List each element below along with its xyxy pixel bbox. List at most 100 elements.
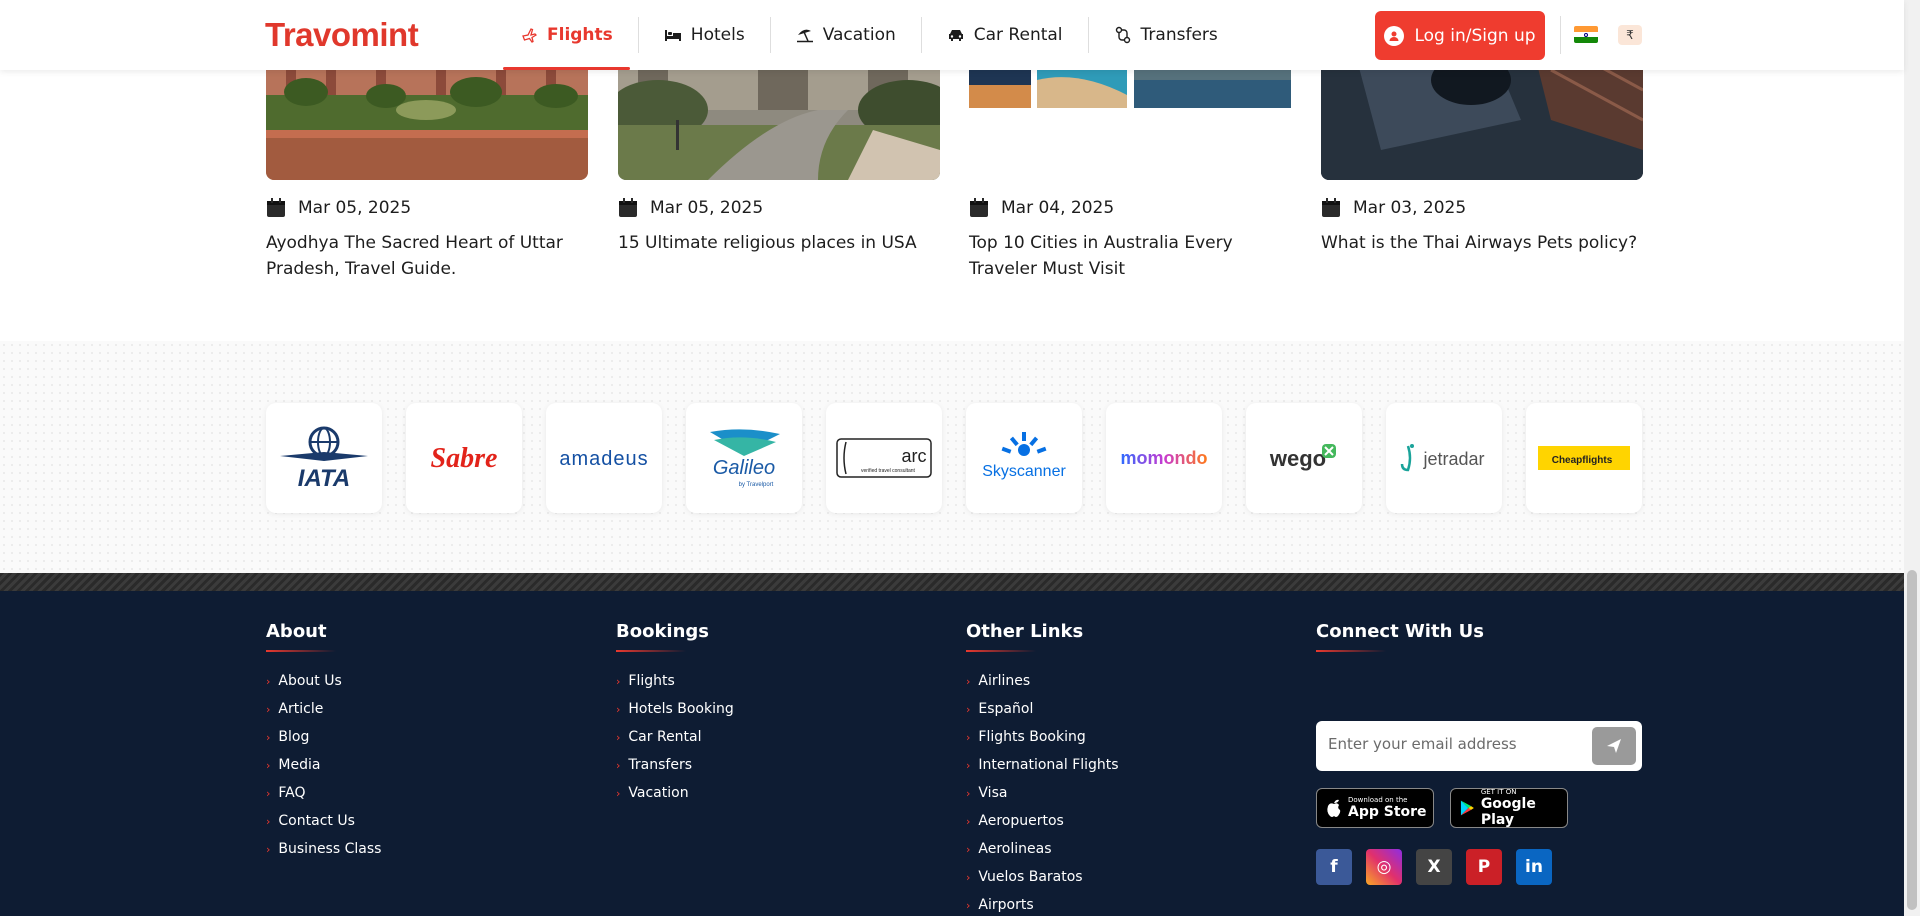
chevron-right-icon: › — [966, 870, 971, 884]
user-icon — [1384, 25, 1405, 46]
blog-title[interactable]: Top 10 Cities in Australia Every Travele… — [969, 230, 1291, 282]
footer-link[interactable]: › Media — [266, 751, 381, 779]
nav-transfers[interactable]: Transfers — [1097, 0, 1235, 70]
nav-car-rental[interactable]: Car Rental — [930, 0, 1080, 70]
blog-date-text: Mar 04, 2025 — [1001, 198, 1115, 218]
chevron-right-icon: › — [616, 730, 621, 744]
nav-flights[interactable]: Flights — [503, 0, 630, 70]
blog-title[interactable]: Ayodhya The Sacred Heart of Uttar Prades… — [266, 230, 588, 282]
footer-col-bookings: Bookings › Flights › Hotels Booking › Car R… — [616, 621, 734, 807]
blog-title[interactable]: What is the Thai Airways Pets policy? — [1321, 230, 1643, 256]
chevron-right-icon: › — [616, 758, 621, 772]
login-label: Log in/Sign up — [1414, 25, 1536, 46]
social-links: f ◎ X P in — [1316, 849, 1552, 885]
partner-sub: by Travelport — [739, 482, 774, 488]
blog-date-text: Mar 03, 2025 — [1353, 198, 1467, 218]
footer-link[interactable]: › Aerolineas — [966, 835, 1119, 863]
login-signup-button[interactable]: Log in/Sign up — [1375, 11, 1545, 60]
blog-title[interactable]: 15 Ultimate religious places in USA — [618, 230, 940, 256]
footer-stripe — [0, 573, 1904, 591]
travomint-logo[interactable]: Travomint — [265, 16, 419, 54]
partner-name: Cheapflights — [1552, 455, 1613, 466]
footer-link[interactable]: › Article — [266, 695, 381, 723]
send-icon — [1607, 739, 1621, 753]
footer-link[interactable]: › Hotels Booking — [616, 695, 734, 723]
footer-link[interactable]: › Airports — [966, 891, 1119, 916]
x-twitter-icon[interactable]: X — [1416, 849, 1452, 885]
footer-link[interactable]: › Flights Booking — [966, 723, 1119, 751]
blog-date: Mar 05, 2025 — [618, 198, 763, 218]
instagram-icon[interactable]: ◎ — [1366, 849, 1402, 885]
nav-divider — [637, 17, 639, 53]
footer-link[interactable]: › Blog — [266, 723, 381, 751]
nav-label: Hotels — [690, 25, 745, 45]
facebook-icon[interactable]: f — [1316, 849, 1352, 885]
chevron-right-icon: › — [966, 842, 971, 856]
partner-name: arc — [901, 446, 926, 466]
chevron-right-icon: › — [266, 814, 271, 828]
linkedin-icon[interactable]: in — [1516, 849, 1552, 885]
pinterest-icon[interactable]: P — [1466, 849, 1502, 885]
cheapflights-logo: Cheapflights — [1526, 403, 1642, 513]
footer-heading: Other Links — [966, 621, 1119, 652]
wego-logo: wego — [1246, 403, 1362, 513]
footer-col-other-links: Other Links › Airlines › Español › Flights … — [966, 621, 1119, 916]
footer-link[interactable]: › About Us — [266, 667, 381, 695]
nav-divider — [769, 17, 771, 53]
partner-name: Sabre — [431, 443, 498, 474]
route-icon — [1114, 26, 1132, 44]
calendar-icon — [1321, 198, 1341, 218]
newsletter-form — [1316, 721, 1642, 771]
email-input[interactable] — [1328, 735, 1578, 753]
partner-row: IATA Sabre amadeus Galileo by Travelport… — [266, 403, 1642, 513]
partner-name: wego — [1269, 446, 1326, 471]
blog-date: Mar 03, 2025 — [1321, 198, 1466, 218]
chevron-right-icon: › — [966, 674, 971, 688]
site-footer: About › About Us › Article › Blog › Media › F… — [0, 573, 1904, 916]
google-play-icon — [1460, 800, 1474, 816]
send-button[interactable] — [1592, 727, 1636, 765]
nav-vacation[interactable]: Vacation — [779, 0, 913, 70]
footer-link[interactable]: › Aeropuertos — [966, 807, 1119, 835]
chevron-right-icon: › — [266, 758, 271, 772]
footer-link[interactable]: › International Flights — [966, 751, 1119, 779]
google-play-badge[interactable]: GET IT ON Google Play — [1450, 788, 1568, 828]
chevron-right-icon: › — [966, 814, 971, 828]
sabre-logo: Sabre — [406, 403, 522, 513]
blog-date-text: Mar 05, 2025 — [650, 198, 764, 218]
arc-logo: arc verified travel consultant — [826, 403, 942, 513]
india-flag-icon[interactable] — [1574, 26, 1598, 43]
footer-heading: Bookings — [616, 621, 734, 652]
app-store-badge[interactable]: Download on the App Store — [1316, 788, 1434, 828]
footer-link[interactable]: › Car Rental — [616, 723, 734, 751]
nav-hotels[interactable]: Hotels — [647, 0, 762, 70]
footer-link[interactable]: › Vacation — [616, 779, 734, 807]
footer-link[interactable]: › Transfers — [616, 751, 734, 779]
scrollbar-thumb[interactable] — [1907, 570, 1917, 910]
apple-icon — [1327, 799, 1341, 817]
footer-link[interactable]: › FAQ — [266, 779, 381, 807]
chevron-right-icon: › — [266, 702, 271, 716]
footer-link[interactable]: › Español — [966, 695, 1119, 723]
header-divider — [1560, 16, 1561, 54]
currency-selector[interactable]: ₹ — [1618, 25, 1642, 45]
partner-name: momondo — [1121, 448, 1208, 468]
footer-link[interactable]: › Flights — [616, 667, 734, 695]
car-icon — [947, 26, 965, 44]
footer-link[interactable]: › Visa — [966, 779, 1119, 807]
chevron-right-icon: › — [966, 730, 971, 744]
chevron-right-icon: › — [616, 674, 621, 688]
chevron-right-icon: › — [266, 786, 271, 800]
chevron-right-icon: › — [266, 674, 271, 688]
partner-name: amadeus — [559, 448, 648, 470]
footer-link[interactable]: › Business Class — [266, 835, 381, 863]
scrollbar-track[interactable] — [1904, 0, 1920, 916]
footer-link[interactable]: › Vuelos Baratos — [966, 863, 1119, 891]
partner-sub: verified travel consultant — [861, 468, 916, 474]
calendar-icon — [266, 198, 286, 218]
partner-name: Galileo — [713, 457, 775, 479]
nav-label: Transfers — [1140, 25, 1218, 45]
footer-link[interactable]: › Airlines — [966, 667, 1119, 695]
footer-link[interactable]: › Contact Us — [266, 807, 381, 835]
chevron-right-icon: › — [616, 786, 621, 800]
